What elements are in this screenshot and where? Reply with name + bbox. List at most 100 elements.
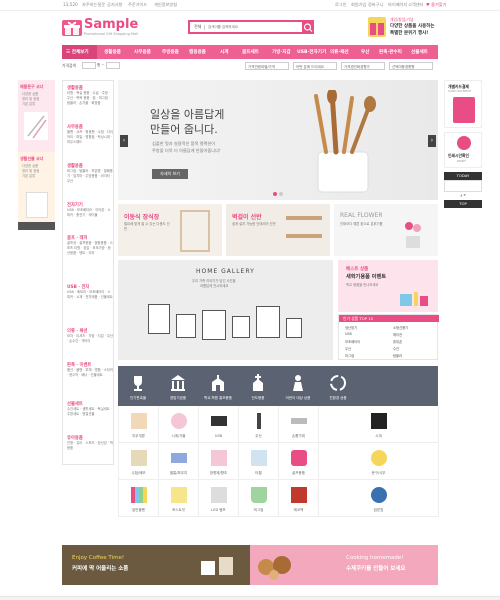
product-cell[interactable]: 손톱가위	[279, 406, 319, 443]
theme-church[interactable]: 전도용품	[238, 366, 278, 406]
price-max-input[interactable]	[106, 62, 120, 69]
theme-anniversary[interactable]: 창립기념품	[158, 366, 198, 406]
nav-item[interactable]: 우산	[361, 49, 369, 55]
event-banner[interactable]: 베스트 상품 새학기용품 이벤트 학교 용품을 만나보세요	[338, 260, 438, 312]
card-payment-link[interactable]: 개별카드결제 CARD PAYMENT	[444, 80, 482, 128]
nav-all-button[interactable]: ☰ 전체보기	[62, 45, 97, 59]
category-links[interactable]: 볼펜 · 샤프 · 형광펜 · 수첩 · 다이어리 · 파일 · 명함첩 · 탁…	[67, 130, 113, 160]
bookmark-link[interactable]: ♥ 즐겨찾기	[426, 2, 447, 8]
product-cell[interactable]: 에코백	[279, 480, 319, 517]
price-min-input[interactable]	[82, 62, 96, 69]
header-promo-banner[interactable]: 개업/창업/기념 다양한 상품을 사용하는 특별한 분위기 행사!	[368, 17, 438, 39]
logo-text[interactable]: Sample	[84, 17, 138, 32]
nav-item[interactable]: 판촉·판수피	[379, 49, 402, 55]
home-gallery-banner[interactable]: HOME GALLERY 우리 가족 이야기가 담긴 사진을 아름답게 전시하세…	[118, 260, 333, 360]
mypage-link[interactable]: 마이페이지	[388, 2, 407, 8]
search-input[interactable]	[208, 23, 298, 31]
top-link[interactable]: 주문가이드	[128, 2, 147, 8]
print-proof-link[interactable]: 인쇄시안확인 PRINT	[444, 132, 482, 168]
product-cell[interactable]: 필통/파우치	[159, 443, 199, 480]
cart-link[interactable]: 장바구니	[368, 2, 383, 8]
filter-select[interactable]: 가격연령대별/가격	[245, 62, 289, 70]
product-cell[interactable]: 타월	[239, 443, 279, 480]
nav-item[interactable]: 생활용품	[104, 49, 121, 55]
theme-popular[interactable]: 인기판촉물	[118, 366, 158, 406]
hero-next-arrow-icon[interactable]: ›	[428, 135, 436, 147]
login-link[interactable]: 로그인	[335, 2, 347, 8]
nav-item[interactable]: 선물세트	[411, 49, 428, 55]
product-cell[interactable]: 시계	[319, 406, 439, 443]
product-cell[interactable]: 포스트잇	[159, 480, 199, 517]
filter-select[interactable]: 어떤 분께 드리세요	[293, 62, 337, 70]
category-links[interactable]: 모자 · 티셔츠 · 가방 · 지갑 · 우산 · 손수건 · 넥타이	[67, 334, 113, 359]
nav-item[interactable]: USB·전자기기	[297, 49, 326, 55]
top-link[interactable]: 공지사항	[107, 2, 122, 8]
product-cell[interactable]: 머그컵	[239, 480, 279, 517]
hero-banner[interactable]: 일상을 아름답게 만들어 줍니다. 심플한 멋과 실용적인 품목 컬렉션이 주방…	[118, 80, 438, 200]
back-to-top-button[interactable]: TOP	[444, 200, 482, 208]
side-banner-stationery[interactable]: 제품문구 코너 다양한 상품 정리 및 정정 기본 분류	[18, 80, 55, 152]
filter-select[interactable]: 선택여용경향향	[389, 62, 433, 70]
best-list-item[interactable]: 에어컨	[393, 332, 402, 337]
category-links[interactable]: 풍선 · 볼펜 · 부채 · 명함 · 스티커 · 현수막 · 배너 · 선물세…	[67, 368, 113, 398]
best-list-item[interactable]: 휴대폰	[393, 339, 402, 344]
nav-item[interactable]: 가방·지갑	[272, 49, 291, 55]
category-links[interactable]: USB · 보조배터리 · 이어폰 · 스피커 · 충전기 · 케이블	[67, 208, 113, 232]
hero-prev-arrow-icon[interactable]: ‹	[120, 135, 128, 147]
nav-item[interactable]: 골프세트	[242, 49, 259, 55]
hero-dot-active[interactable]	[273, 192, 277, 196]
product-cell[interactable]: 우산	[239, 406, 279, 443]
nav-item[interactable]: 시계	[220, 49, 228, 55]
best-list-item[interactable]: 머그컵	[345, 353, 354, 358]
product-cell[interactable]: 지우개류	[119, 406, 159, 443]
today-pager[interactable]: ▲ ▼	[444, 193, 482, 198]
theme-kids[interactable]: 어린이 대상 상품	[278, 366, 318, 406]
category-links[interactable]: 타월 · 욕실 용품 · 수납 · 주방 · 우산 · 목욕 용품 · 컵 · …	[67, 91, 113, 121]
side-banner-living[interactable]: 생활선물 코너 다양한 상품 정리 및 정정 기본 분류	[18, 152, 55, 230]
nav-item[interactable]: 주방용품	[162, 49, 179, 55]
product-cell[interactable]: 시계/거울	[159, 406, 199, 443]
category-links[interactable]: USB · 메모리 · 보조배터리 · 스피커 · 시계 · 전자제품 · 선물…	[67, 290, 113, 325]
product-cell[interactable]: LED 램프	[199, 480, 239, 517]
product-cell[interactable]: USB	[199, 406, 239, 443]
filter-select[interactable]: 가격경인화경향가	[341, 62, 385, 70]
category-links[interactable]: 수건세트 · 생활세트 · 욕실세트 · 주방세트 · 명절선물	[67, 407, 113, 432]
best-list-item[interactable]: 보조배터리	[345, 339, 360, 344]
search-scope[interactable]: 전체	[194, 24, 201, 30]
product-cell[interactable]: 골프용품	[279, 443, 319, 480]
best-list-item[interactable]: 수건	[393, 346, 399, 351]
mini-banner[interactable]: 벽걸이 선반 쉽게 설치 가능한 인테리어 선반	[226, 204, 330, 256]
product-cell[interactable]: 수첩/메모	[119, 443, 159, 480]
nav-item[interactable]: 사무용품	[134, 49, 151, 55]
search-icon	[303, 23, 313, 32]
gift-icon[interactable]	[62, 20, 82, 36]
support-link[interactable]: 고객센터	[408, 2, 423, 8]
signup-link[interactable]: 회원가입	[351, 2, 366, 8]
top-link[interactable]: 개인정보방침	[154, 2, 177, 8]
nav-item[interactable]: 캠핑용품	[189, 49, 206, 55]
coffee-banner[interactable]: Enjoy Coffee Time! 커피에 딱 어울리는 소품	[62, 545, 250, 585]
cooking-banner[interactable]: Cooking homemade! 수제쿠키를 만들어 보세요	[250, 545, 438, 585]
product-cell[interactable]: 방향제/향초	[199, 443, 239, 480]
best-list-item[interactable]: 텀블러	[393, 353, 402, 358]
hero-dot[interactable]	[279, 192, 283, 196]
search-button[interactable]	[302, 20, 314, 34]
product-cell[interactable]: 일반볼펜	[119, 480, 159, 517]
best-list-item[interactable]: 소형선풍기	[393, 325, 408, 330]
product-cell[interactable]: 문구/사무	[319, 443, 439, 480]
best-list-item[interactable]: 냉난방기	[345, 325, 357, 330]
best-list-item[interactable]: 우산	[345, 346, 351, 351]
nav-item[interactable]: 의류·패션	[330, 49, 349, 55]
category-links[interactable]: 인형 · 유아 · 스포츠 · 장난감 · 학용품	[67, 441, 113, 463]
top-link[interactable]: 13,520	[63, 2, 78, 7]
product-cell[interactable]: 컵받침	[319, 480, 439, 517]
top-link[interactable]: 자주하는질문	[82, 2, 105, 8]
hero-cta-button[interactable]: 자세히 보기	[152, 169, 188, 179]
category-links[interactable]: 머그컵 · 텀블러 · 보온병 · 밀폐용기 · 앞치마 · 주방용품 · 라이…	[67, 169, 113, 199]
category-links[interactable]: 골프공 · 골프용품 · 캠핑용품 · 스포츠 타월 · 장갑 · 보조가방 ·…	[67, 241, 113, 281]
best-list-item[interactable]: USB	[345, 332, 352, 336]
theme-eco[interactable]: 친환경 상품	[318, 366, 358, 406]
theme-school[interactable]: 학교,학원 홍보용품	[198, 366, 238, 406]
mini-banner[interactable]: REAL FLOWER 진짜보다 예쁜 꽃으로 분위기를	[334, 204, 438, 256]
mini-banner[interactable]: 이동식 장식장 필요에 맞게 쓸 수 있는 다용도 선반	[118, 204, 222, 256]
